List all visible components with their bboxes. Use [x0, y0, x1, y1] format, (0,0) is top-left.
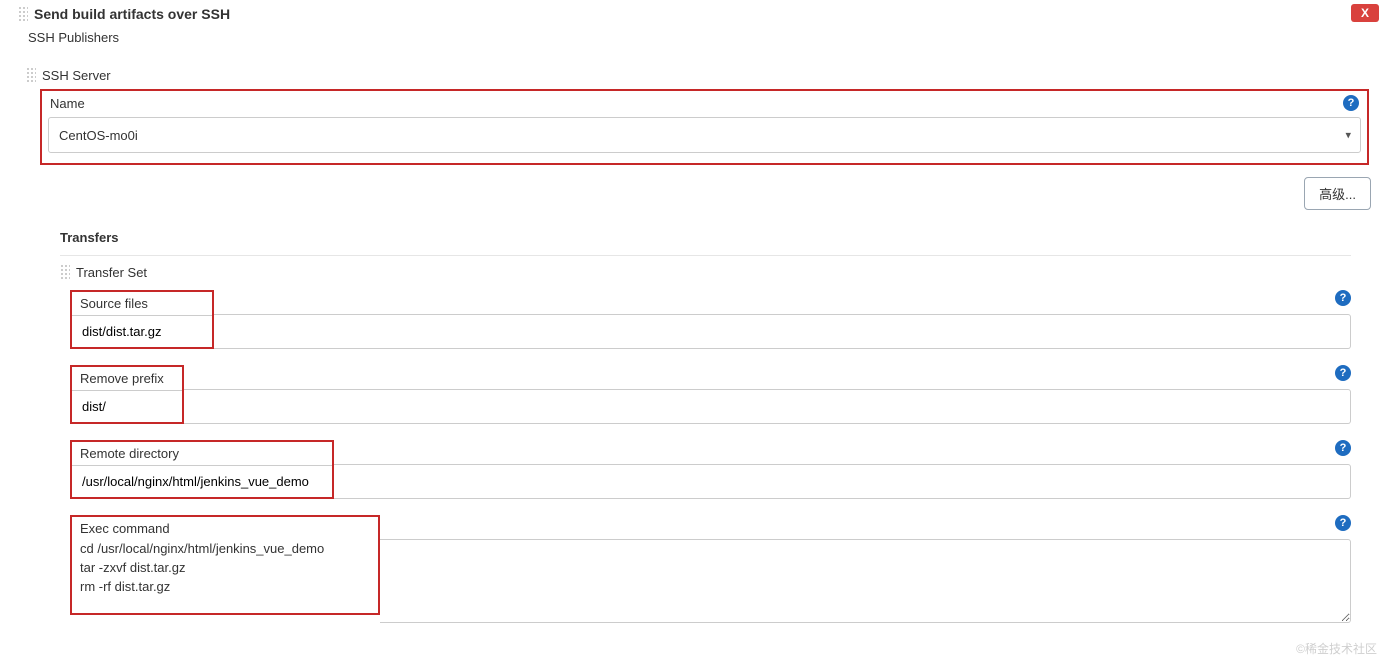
- drag-handle-icon[interactable]: [60, 264, 70, 280]
- exec-command-highlight: Exec command: [70, 515, 380, 615]
- help-icon[interactable]: ?: [1335, 440, 1351, 456]
- source-files-input[interactable]: [72, 315, 212, 347]
- remote-directory-highlight: Remote directory: [70, 440, 334, 499]
- transfer-set-heading: Transfer Set: [76, 265, 147, 280]
- ssh-server-heading: SSH Server: [42, 68, 111, 83]
- source-files-input-tail[interactable]: [214, 314, 1351, 349]
- remote-directory-label: Remote directory: [72, 442, 332, 465]
- close-button[interactable]: X: [1351, 4, 1379, 22]
- ssh-server-header: SSH Server: [20, 61, 1371, 89]
- help-icon[interactable]: ?: [1335, 365, 1351, 381]
- remove-prefix-label: Remove prefix: [72, 367, 182, 390]
- remove-prefix-field: ? Remove prefix: [70, 365, 1351, 424]
- advanced-button[interactable]: 高级...: [1304, 177, 1371, 210]
- ssh-name-highlight: Name ? CentOS-mo0i: [40, 89, 1369, 165]
- section-subtitle: SSH Publishers: [0, 26, 1391, 55]
- help-icon[interactable]: ?: [1343, 95, 1359, 111]
- remote-directory-input-tail[interactable]: [334, 464, 1351, 499]
- section-title-row: Send build artifacts over SSH: [0, 0, 1391, 26]
- remove-prefix-highlight: Remove prefix: [70, 365, 184, 424]
- transfer-set-header: Transfer Set: [60, 255, 1351, 290]
- transfers-heading: Transfers: [60, 226, 1351, 255]
- drag-handle-icon[interactable]: [18, 6, 28, 22]
- remove-prefix-input-tail[interactable]: [184, 389, 1351, 424]
- help-icon[interactable]: ?: [1335, 515, 1351, 531]
- exec-command-textarea-tail[interactable]: [380, 539, 1351, 623]
- help-icon[interactable]: ?: [1335, 290, 1351, 306]
- remote-directory-input[interactable]: [72, 465, 332, 497]
- remote-directory-field: ? Remote directory: [70, 440, 1351, 499]
- ssh-name-label: Name: [50, 96, 85, 111]
- exec-command-field: ? Exec command: [70, 515, 1351, 623]
- exec-command-textarea[interactable]: [80, 536, 370, 602]
- ssh-name-select[interactable]: CentOS-mo0i: [48, 117, 1361, 153]
- source-files-field: ? Source files: [70, 290, 1351, 349]
- watermark: ©稀金技术社区: [1296, 640, 1377, 657]
- remove-prefix-input[interactable]: [72, 390, 182, 422]
- section-title: Send build artifacts over SSH: [34, 6, 230, 22]
- exec-command-label: Exec command: [80, 521, 170, 536]
- source-files-highlight: Source files: [70, 290, 214, 349]
- drag-handle-icon[interactable]: [26, 67, 36, 83]
- source-files-label: Source files: [72, 292, 212, 315]
